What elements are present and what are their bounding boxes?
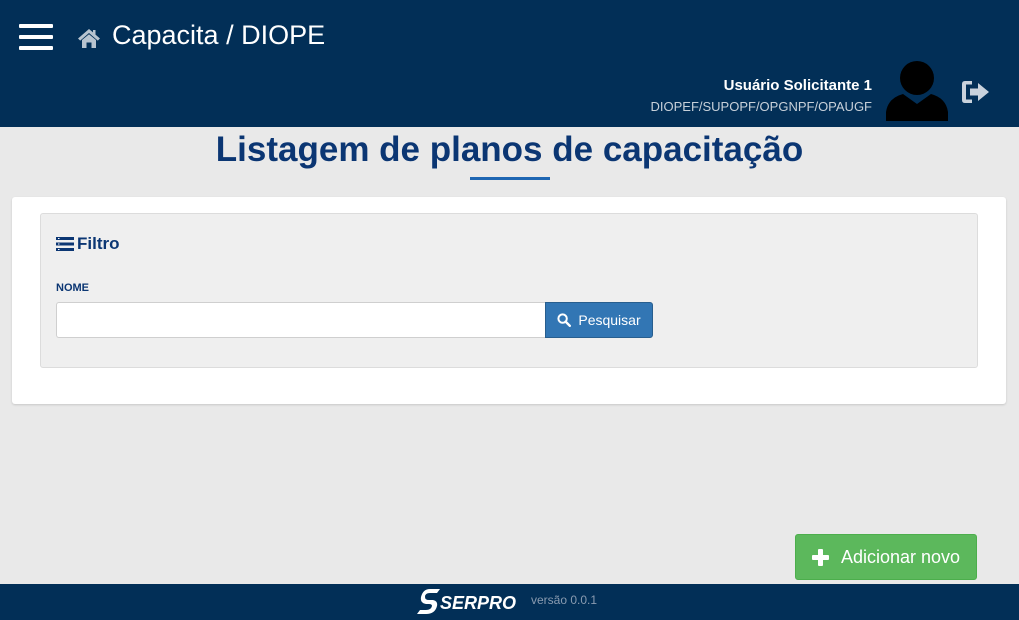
add-new-button-label: Adicionar novo <box>840 546 961 567</box>
user-organization: DIOPEF/SUPOPF/OPGNPF/OPAUGF <box>650 99 872 114</box>
logout-icon[interactable] <box>961 79 991 105</box>
user-name: Usuário Solicitante 1 <box>723 77 872 94</box>
add-new-button[interactable]: Adicionar novo <box>795 534 977 580</box>
page-title: Listagem de planos de capacitação <box>215 130 804 169</box>
search-button[interactable]: Pesquisar <box>545 302 653 338</box>
serpro-brand-text: SERPRO <box>440 593 517 613</box>
plus-icon <box>811 548 829 566</box>
name-search-input[interactable] <box>56 302 546 338</box>
version-label: versão 0.0.1 <box>531 593 598 607</box>
search-button-label: Pesquisar <box>578 312 641 328</box>
search-icon <box>557 313 572 327</box>
top-header: Capacita / DIOPE Usuário Solicitante 1 D… <box>0 0 1019 127</box>
title-underline <box>470 177 550 180</box>
app-title[interactable]: Capacita / DIOPE <box>112 20 325 51</box>
home-icon[interactable] <box>77 26 101 50</box>
filter-title: Filtro <box>77 234 120 253</box>
filter-panel <box>40 213 978 368</box>
user-avatar-icon[interactable] <box>886 60 948 121</box>
filter-list-icon <box>56 237 74 251</box>
menu-icon[interactable] <box>19 24 53 52</box>
name-field-label: NOME <box>56 282 89 294</box>
